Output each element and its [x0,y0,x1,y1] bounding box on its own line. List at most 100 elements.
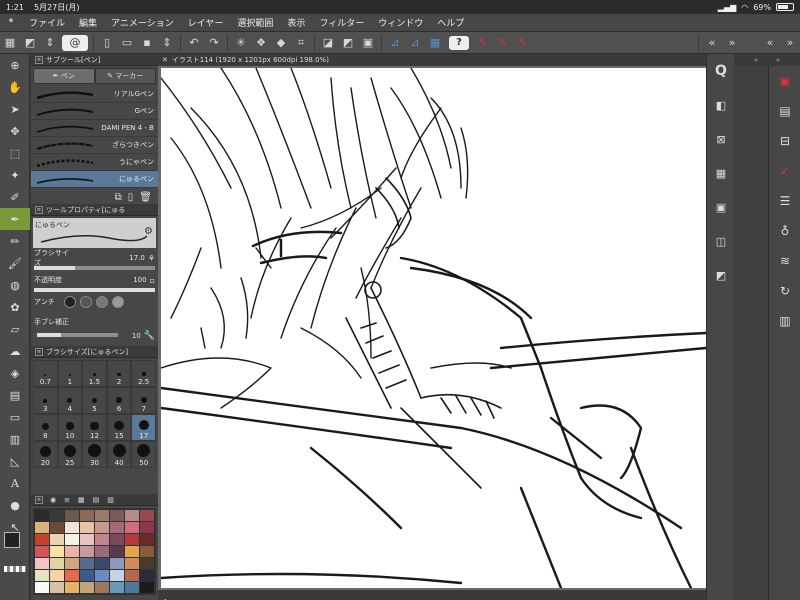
color-swatch[interactable] [95,522,109,533]
brush-size-option[interactable]: 4 [57,387,83,414]
film-icon[interactable]: ▥ [769,306,800,336]
color-swatch[interactable] [140,510,154,521]
canvas-paper[interactable] [161,68,706,588]
sub-view-icon[interactable]: ◧ [707,88,735,122]
pen-red-2-icon[interactable]: ✎ [495,35,511,51]
color-swatch[interactable] [50,510,64,521]
grid-snap-icon[interactable]: ▦ [427,35,443,51]
panel-menu-icon[interactable]: ≡ [35,205,43,214]
fill-tool-icon[interactable]: ◈ [0,362,30,384]
brush-item[interactable]: ざらつきペン [31,137,158,154]
toolprop-title-bar[interactable]: ≡ ツールプロパティ[にゅる [31,204,158,216]
brush-item-selected[interactable]: にゅるペン [31,171,158,188]
brush-size-option[interactable]: 6 [106,387,132,414]
clip-studio-icon[interactable]: @ [62,34,88,51]
pen-red-3-icon[interactable]: ✎ [515,35,531,51]
collapse-right-icon[interactable]: » [724,35,740,51]
color-swatch[interactable] [35,546,49,557]
color-swatch[interactable] [35,570,49,581]
brush-item[interactable]: うにゃペン [31,154,158,171]
color-swatch[interactable] [95,534,109,545]
text-tool-icon[interactable]: A [0,472,30,494]
brush-size-option[interactable]: 40 [106,441,132,468]
transform-icon[interactable]: ⌗ [293,35,309,51]
color-slider-tab-icon[interactable]: ≡ [64,496,70,504]
menu-animation[interactable]: アニメーション [104,16,181,29]
color-swatch[interactable] [140,558,154,569]
brush-tool-icon[interactable]: 🖌 [0,252,30,274]
color-swatch[interactable] [140,546,154,557]
brush-size-value[interactable]: 17.0 [125,254,145,262]
subtool-title-bar[interactable]: ≡ サブツール[ペン] [31,54,158,66]
eyedropper-tool-icon[interactable]: ✐ [0,186,30,208]
color-swatch[interactable] [65,570,79,581]
menu-filter[interactable]: フィルター [312,16,371,29]
delete-subtool-icon[interactable]: 🗑 [139,192,152,203]
opacity-value[interactable]: 100 [127,276,146,284]
operation-tool-icon[interactable]: ➤ [0,98,30,120]
material-manga-icon[interactable]: ◫ [707,224,735,258]
color-swatch[interactable] [80,582,94,593]
rotate-icon[interactable]: ↻ [769,276,800,306]
canvas-area[interactable]: ⌃ [158,66,706,600]
auto-action-icon[interactable]: ✓ [769,156,800,186]
bulb-icon[interactable]: ♁ [769,216,800,246]
balloon-tool-icon[interactable]: ● [0,494,30,516]
new-subtool-icon[interactable]: ▯ [128,192,134,203]
settings-wrench-icon[interactable]: ⚙ [144,226,153,237]
menu-help[interactable]: ヘルプ [430,16,471,29]
brush-size-option[interactable]: 30 [82,441,107,468]
color-swatch[interactable] [140,582,154,593]
wrench-icon[interactable]: 🔧 [144,331,155,341]
brush-size-option[interactable]: 7 [131,387,156,414]
color-swatch[interactable] [80,510,94,521]
color-swatch[interactable] [95,582,109,593]
brush-size-option[interactable]: 12 [82,414,107,441]
material-image-icon[interactable]: ▣ [707,190,735,224]
redo-icon[interactable]: ↷ [206,35,222,51]
brush-item[interactable]: リアルGペン [31,86,158,103]
color-swatch[interactable] [125,582,139,593]
color-swatch[interactable] [65,534,79,545]
color-swatch[interactable] [80,546,94,557]
zoom-tool-icon[interactable]: ⊕ [0,54,30,76]
brushsize-title-bar[interactable]: ≡ ブラシサイズ[にゅるペン] [31,346,158,358]
navigator-icon[interactable]: Q [707,54,735,88]
brush-size-option[interactable]: 3 [33,387,58,414]
auto-select-tool-icon[interactable]: ✦ [0,164,30,186]
opacity-slider[interactable] [34,288,155,292]
pen-tool-icon[interactable]: ✒ [0,208,30,230]
tab-pen[interactable]: ✒ ペン [33,68,95,84]
brush-item[interactable]: Gペン [31,103,158,120]
panel-menu-icon[interactable]: ≡ [35,347,43,356]
color-swatch[interactable] [125,558,139,569]
color-swatch[interactable] [35,558,49,569]
ruler-tool-icon[interactable]: ◺ [0,450,30,472]
layer-search-icon[interactable]: ⊟ [769,126,800,156]
material-icon[interactable]: ⊠ [707,122,735,156]
special-ruler-snap-icon[interactable]: ⊿ [407,35,423,51]
color-swatch[interactable] [65,546,79,557]
collapse-left-icon[interactable]: « [704,35,720,51]
new-file-icon[interactable]: ▯ [99,35,115,51]
approx-tab-icon[interactable]: ▥ [107,496,114,504]
color-swatch[interactable] [110,582,124,593]
material-pattern-icon[interactable]: ▦ [707,156,735,190]
brush-item[interactable]: DAMI PEN 4 - B [31,120,158,137]
right-panel-header[interactable]: « » [734,54,800,66]
clear-outside-icon[interactable]: ❖ [253,35,269,51]
color-swatch[interactable] [110,558,124,569]
color-swatch[interactable] [50,522,64,533]
color-swatch[interactable] [35,582,49,593]
brush-size-option[interactable]: 0.7 [33,360,58,387]
save-icon[interactable]: ▪ [139,35,155,51]
color-swatch[interactable] [80,558,94,569]
color-swatch[interactable] [80,522,94,533]
color-swatch[interactable] [65,510,79,521]
color-swatch[interactable] [110,510,124,521]
color-swatch[interactable] [125,546,139,557]
layer-icon[interactable]: ▤ [769,96,800,126]
color-swatch[interactable] [50,558,64,569]
color-swatch[interactable] [95,546,109,557]
collapse-left-icon[interactable]: « [762,35,778,51]
